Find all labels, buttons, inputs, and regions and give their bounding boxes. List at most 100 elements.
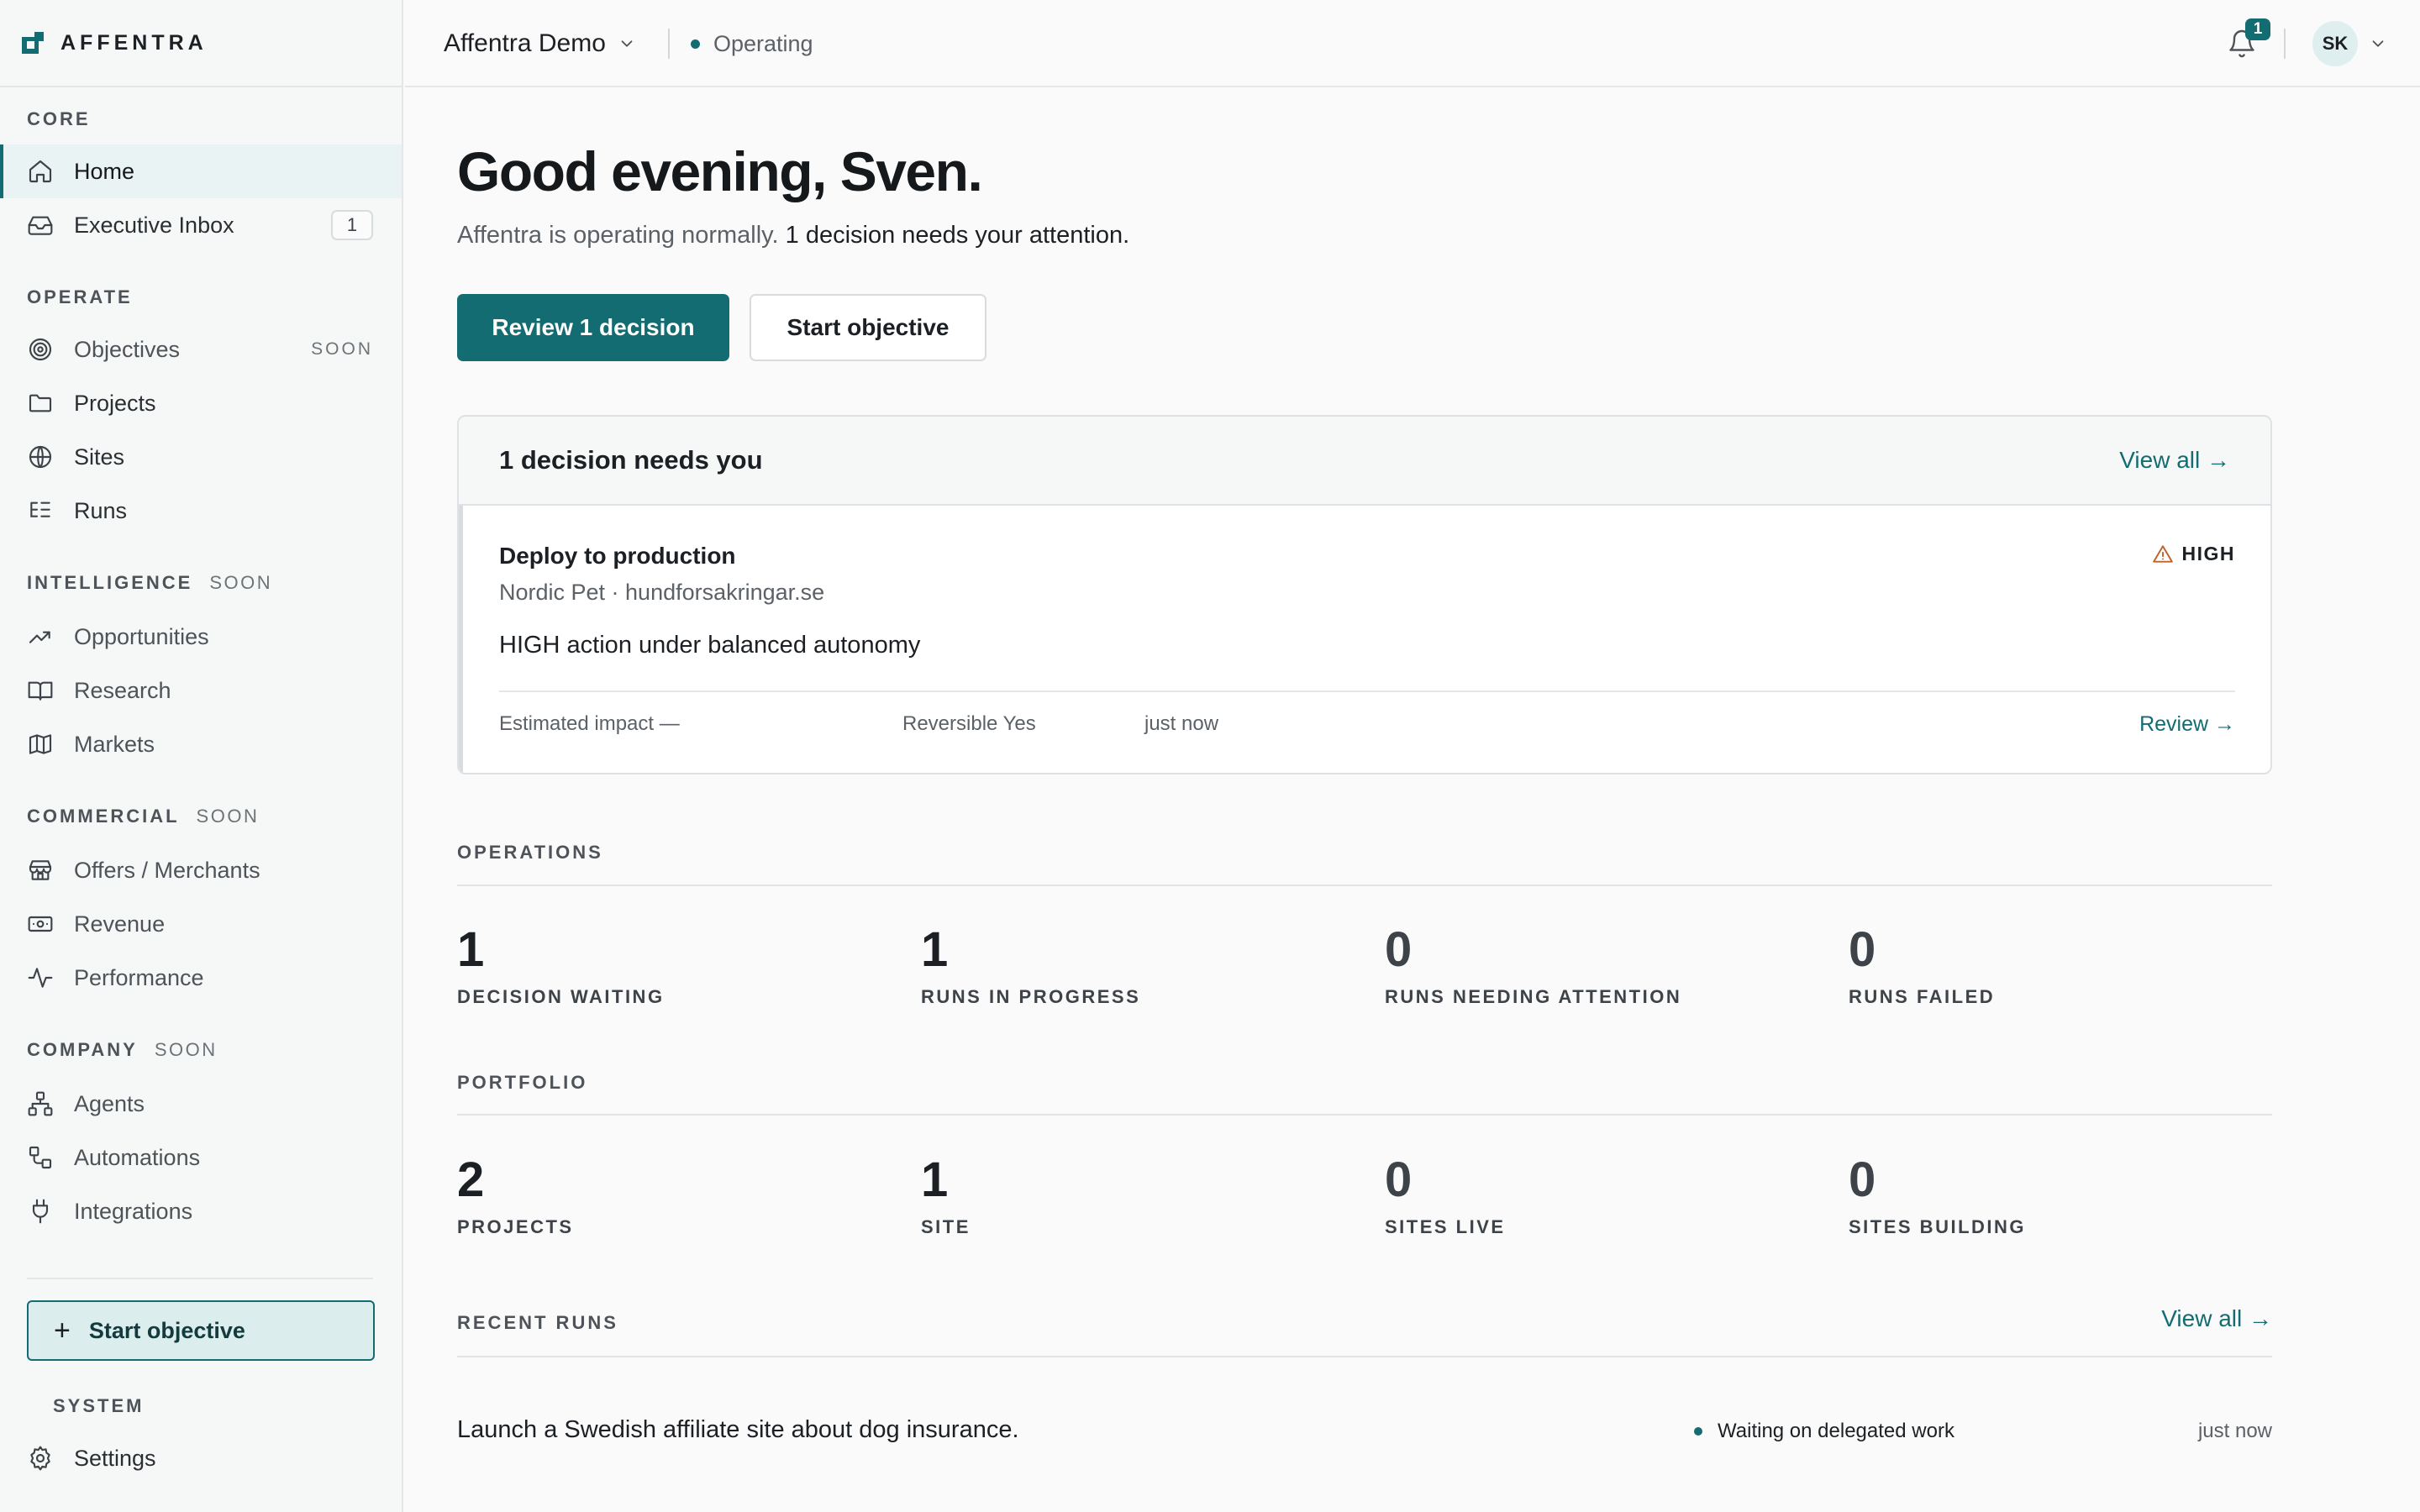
stat-sites-live[interactable]: 0 SITES LIVE (1385, 1156, 1805, 1238)
brand[interactable]: AFFENTRA (0, 0, 402, 87)
trending-up-icon (27, 623, 54, 650)
severity-badge: HIGH (2152, 543, 2236, 565)
sidebar-item-label: Markets (74, 731, 155, 757)
run-status: Waiting on delegated work (1694, 1420, 1954, 1443)
stat-runs-failed[interactable]: 0 RUNS FAILED (1849, 926, 2269, 1008)
stat-runs-in-progress[interactable]: 1 RUNS IN PROGRESS (921, 926, 1341, 1008)
section-core: CORE (0, 102, 402, 136)
stat-value: 1 (921, 922, 949, 977)
sidebar-item-label: Revenue (74, 911, 166, 937)
stat-value: 1 (457, 922, 485, 977)
system-status: Operating (691, 27, 813, 60)
status-summary-strong: 1 decision needs your attention. (785, 222, 1130, 249)
sidebar-item-label: Settings (74, 1445, 156, 1471)
inbox-count-badge: 1 (331, 210, 373, 240)
sidebar-item-runs[interactable]: Runs (0, 484, 402, 538)
page-title: Good evening, Sven. (457, 140, 983, 202)
decision-time: just now (1144, 712, 1219, 735)
banknote-icon (27, 911, 54, 937)
decisions-card-title: 1 decision needs you (499, 445, 763, 475)
sidebar-item-label: Objectives (74, 336, 181, 362)
network-icon (27, 1090, 54, 1117)
decisions-view-all-link[interactable]: View all → (2119, 447, 2230, 474)
sidebar-item-executive-inbox[interactable]: Executive Inbox 1 (0, 198, 402, 252)
chevron-down-icon[interactable] (2369, 34, 2387, 53)
section-label: COMMERCIAL (27, 806, 180, 827)
workspace-name: Affentra Demo (444, 29, 606, 57)
sidebar-item-opportunities[interactable]: Opportunities (0, 610, 402, 664)
sidebar-item-sites[interactable]: Sites (0, 430, 402, 484)
stat-value: 1 (921, 1152, 949, 1207)
activity-icon (27, 964, 54, 991)
sidebar-item-label: Sites (74, 444, 125, 470)
stat-label: SITE (921, 1216, 971, 1237)
stat-decision-waiting[interactable]: 1 DECISION WAITING (457, 926, 877, 1008)
inbox-icon (27, 212, 54, 239)
sidebar-item-agents[interactable]: Agents (0, 1077, 402, 1131)
stat-projects[interactable]: 2 PROJECTS (457, 1156, 877, 1238)
start-objective-button[interactable]: Start objective (750, 294, 986, 361)
sidebar-item-markets[interactable]: Markets (0, 717, 402, 771)
sidebar-item-automations[interactable]: Automations (0, 1131, 402, 1184)
soon-tag: SOON (209, 572, 273, 593)
stat-label: RUNS IN PROGRESS (921, 986, 1141, 1007)
section-system: SYSTEM (0, 1389, 402, 1423)
sidebar-item-performance[interactable]: Performance (0, 951, 402, 1005)
sidebar-item-objectives[interactable]: Objectives SOON (0, 323, 402, 376)
sidebar-item-label: Opportunities (74, 623, 209, 649)
stat-label: DECISION WAITING (457, 986, 665, 1007)
stat-value: 0 (1849, 1152, 1876, 1207)
sidebar-item-research[interactable]: Research (0, 664, 402, 717)
section-label: CORE (27, 108, 91, 129)
stat-runs-needing-attention[interactable]: 0 RUNS NEEDING ATTENTION (1385, 926, 1805, 1008)
topbar-divider (2284, 29, 2286, 59)
status-summary: Affentra is operating normally. 1 decisi… (457, 222, 1129, 249)
notification-badge: 1 (2245, 18, 2270, 40)
map-icon (27, 731, 54, 758)
stat-value: 0 (1385, 1152, 1413, 1207)
sidebar-item-label: Research (74, 677, 171, 703)
stat-label: SITES LIVE (1385, 1216, 1506, 1237)
decision-description: HIGH action under balanced autonomy (499, 632, 921, 659)
sidebar-divider (27, 1278, 373, 1279)
status-summary-muted: Affentra is operating normally. (457, 222, 779, 249)
stat-value: 0 (1849, 922, 1876, 977)
brand-name: AFFENTRA (60, 30, 208, 55)
logo-icon (22, 32, 44, 54)
stat-sites-building[interactable]: 0 SITES BUILDING (1849, 1156, 2269, 1238)
topbar: Affentra Demo Operating 1 SK (405, 0, 2420, 87)
portfolio-divider (457, 1114, 2272, 1116)
plus-icon: + (54, 1314, 71, 1347)
sidebar-item-home[interactable]: Home (0, 144, 402, 198)
sidebar-item-offers-merchants[interactable]: Offers / Merchants (0, 843, 402, 897)
stat-value: 0 (1385, 922, 1413, 977)
recent-runs-divider (457, 1356, 2272, 1357)
status-dot (691, 39, 700, 49)
review-decision-button[interactable]: Review 1 decision (457, 294, 729, 361)
section-company: COMPANY SOON (0, 1033, 402, 1067)
run-row-title[interactable]: Launch a Swedish affiliate site about do… (457, 1416, 1019, 1444)
sidebar-item-label: Agents (74, 1090, 145, 1116)
decision-review-link[interactable]: Review → (2139, 712, 2235, 737)
topbar-divider (668, 29, 670, 59)
stat-site[interactable]: 1 SITE (921, 1156, 1341, 1238)
decision-item[interactable]: Deploy to production Nordic Pet · hundfo… (459, 506, 2270, 773)
sidebar-item-revenue[interactable]: Revenue (0, 897, 402, 951)
workspace-switcher[interactable]: Affentra Demo (444, 25, 636, 62)
button-label: Start objective (88, 1317, 245, 1343)
sidebar-item-projects[interactable]: Projects (0, 376, 402, 430)
decision-impact: Estimated impact — (499, 712, 680, 735)
sidebar-item-label: Home (74, 158, 135, 184)
store-icon (27, 857, 54, 884)
run-status-text: Waiting on delegated work (1718, 1420, 1954, 1442)
recent-runs-view-all-link[interactable]: View all → (2161, 1305, 2272, 1332)
sidebar-item-integrations[interactable]: Integrations (0, 1184, 402, 1238)
section-label: COMPANY (27, 1039, 138, 1060)
section-operate: OPERATE (0, 281, 402, 314)
warning-icon (2152, 544, 2173, 563)
section-commercial: COMMERCIAL SOON (0, 800, 402, 833)
sidebar-item-settings[interactable]: Settings (0, 1431, 402, 1485)
sidebar-start-objective-button[interactable]: + Start objective (27, 1300, 375, 1361)
avatar[interactable]: SK (2312, 21, 2358, 66)
sidebar-item-label: Runs (74, 497, 128, 523)
